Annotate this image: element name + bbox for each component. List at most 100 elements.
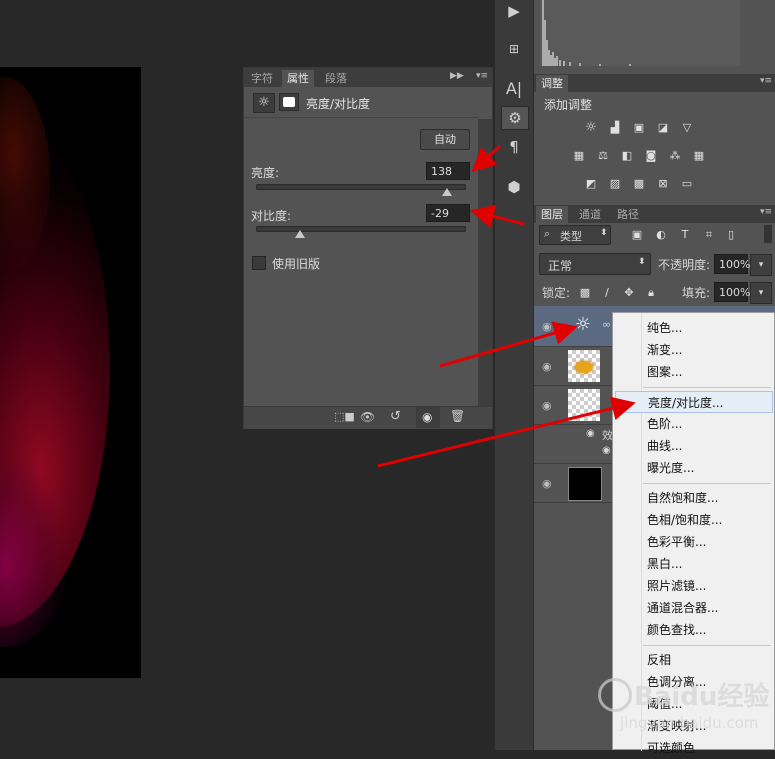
effect-eye-icon[interactable]: ◉ [602,445,611,456]
legacy-checkbox[interactable] [252,256,266,270]
menu-item-gradient[interactable]: 渐变... [613,339,774,361]
menu-item-curves[interactable]: 曲线... [613,435,774,457]
document-canvas[interactable] [0,67,141,678]
adjustment-layer-icon: ☼ [574,314,592,335]
transparent-layer-thumbnail [568,389,600,421]
character-panel-icon[interactable]: A| [501,78,527,100]
tab-paragraph[interactable]: 段落 [320,70,352,87]
brightness-icon[interactable]: ☼ [584,121,598,134]
layer-filter-select[interactable]: ⌕ 类型 ⬍ [539,225,611,245]
lock-brush-icon[interactable]: / [600,287,614,299]
menu-item-brightness-contrast[interactable]: 亮度/对比度... [615,391,773,413]
visibility-eye-icon[interactable]: ◉ [542,399,552,412]
photo-filter-icon[interactable]: ◙ [644,150,658,162]
layers-menu-icon[interactable]: ▾≡ [760,207,772,217]
lock-move-icon[interactable]: ✥ [622,287,636,299]
fill-dropdown-icon[interactable]: ▾ [750,282,772,304]
filter-smart-object-icon[interactable]: ▯ [724,229,738,241]
filter-toggle[interactable] [764,225,772,243]
properties-scrollbar[interactable] [478,119,492,407]
brightness-slider-track[interactable] [256,184,466,190]
tab-properties[interactable]: 属性 [282,70,314,87]
blend-mode-select[interactable]: 正常 ⬍ [539,253,651,275]
delete-icon[interactable]: 🗑︎ [450,409,465,423]
collapse-icon[interactable]: ▶▶ [450,71,464,81]
properties-panel-icon[interactable]: ⚙ [501,106,529,130]
posterize-icon[interactable]: ▨ [608,178,622,190]
opacity-dropdown-icon[interactable]: ▾ [750,254,772,276]
filter-adjustment-icon[interactable]: ◐ [654,229,668,241]
tab-character[interactable]: 字符 [246,70,278,87]
flower-layer-thumbnail [568,350,600,382]
brightness-adjustment-icon[interactable]: ☼ [253,93,275,113]
lock-all-icon[interactable]: 🔒︎ [644,287,658,299]
color-lookup-icon[interactable]: ▦ [692,150,706,162]
filter-type-icon[interactable]: T [678,229,692,241]
watermark-brand: Baidu经验 [634,682,770,712]
menu-item-levels[interactable]: 色阶... [613,413,774,435]
clone-source-icon[interactable]: ⊞ [501,38,527,60]
auto-button[interactable]: 自动 [420,129,470,150]
properties-tabbar: 字符 属性 段落 ▶▶ ▾≡ [244,68,492,87]
filter-pixel-icon[interactable]: ▣ [630,229,644,241]
histogram [540,0,740,66]
menu-item-vibrance[interactable]: 自然饱和度... [613,487,774,509]
contrast-slider-thumb[interactable] [294,230,305,238]
tab-adjustments[interactable]: 调整 [536,75,568,92]
adjustments-menu-icon[interactable]: ▾≡ [760,76,772,86]
baidu-paw-logo [598,678,632,712]
color-balance-icon[interactable]: ⚖ [596,150,610,162]
menu-item-solid-color[interactable]: 纯色... [613,317,774,339]
layers-tabbar: 图层 通道 路径 ▾≡ [534,205,775,223]
paragraph-icon[interactable]: ¶ [501,136,527,158]
panel-menu-icon[interactable]: ▾≡ [476,71,488,81]
view-previous-icon[interactable]: 👁︎ [360,410,375,424]
properties-title: 亮度/对比度 [306,97,371,111]
reset-icon[interactable]: ↺ [390,409,401,424]
brightness-input[interactable]: 138 [426,162,470,180]
clip-to-layer-icon[interactable]: ⬚■ [334,410,355,423]
visibility-eye-icon[interactable]: ◉ [542,320,552,333]
menu-item-color-balance[interactable]: 色彩平衡... [613,531,774,553]
toggle-visibility-icon[interactable]: ◉ [422,410,432,424]
effects-eye-icon[interactable]: ◉ [586,428,595,439]
selective-color-icon[interactable]: ⊠ [656,178,670,190]
contrast-input[interactable]: -29 [426,204,470,222]
filter-shape-icon[interactable]: ⌗ [702,229,716,241]
tab-layers[interactable]: 图层 [536,206,568,223]
menu-item-pattern[interactable]: 图案... [613,361,774,383]
fill-input[interactable]: 100% [714,282,750,302]
menu-item-invert[interactable]: 反相 [613,649,774,671]
lock-transparent-icon[interactable]: ▩ [578,287,592,299]
channel-mixer-icon[interactable]: ⁂ [668,150,682,162]
threshold-icon[interactable]: ▩ [632,178,646,190]
black-white-icon[interactable]: ◧ [620,150,634,162]
contrast-slider-track[interactable] [256,226,466,232]
exposure-icon[interactable]: ◪ [656,122,670,134]
tab-channels[interactable]: 通道 [574,206,606,223]
hue-saturation-icon[interactable]: ▦ [572,150,586,162]
menu-item-black-white[interactable]: 黑白... [613,553,774,575]
invert-icon[interactable]: ◩ [584,178,598,190]
adjustments-tabbar: 调整 ▾≡ [534,74,775,92]
vibrance-icon[interactable]: ▽ [680,122,694,134]
menu-item-color-lookup[interactable]: 颜色查找... [613,619,774,641]
menu-item-hue-saturation[interactable]: 色相/饱和度... [613,509,774,531]
menu-item-exposure[interactable]: 曝光度... [613,457,774,479]
properties-footer: ⬚■ 👁︎ ↺ ◉ 🗑︎ [244,406,492,429]
menu-item-photo-filter[interactable]: 照片滤镜... [613,575,774,597]
3d-cube-icon[interactable]: ⬢ [501,176,527,198]
play-icon[interactable]: ▶ [501,0,527,22]
gradient-map-icon[interactable]: ▭ [680,178,694,190]
brightness-slider-thumb[interactable] [442,188,453,196]
panel-dock-strip: ▶ ⊞ A| ⚙ ¶ ⬢ [494,0,534,750]
tab-paths[interactable]: 路径 [612,206,644,223]
menu-item-channel-mixer[interactable]: 通道混合器... [613,597,774,619]
levels-icon[interactable]: ▟ [608,122,622,134]
chain-link-icon[interactable]: ∞ [602,318,611,331]
opacity-input[interactable]: 100% [714,254,750,274]
curves-icon[interactable]: ▣ [632,122,646,134]
visibility-eye-icon[interactable]: ◉ [542,477,552,490]
visibility-eye-icon[interactable]: ◉ [542,360,552,373]
layer-mask-icon[interactable] [279,93,299,111]
